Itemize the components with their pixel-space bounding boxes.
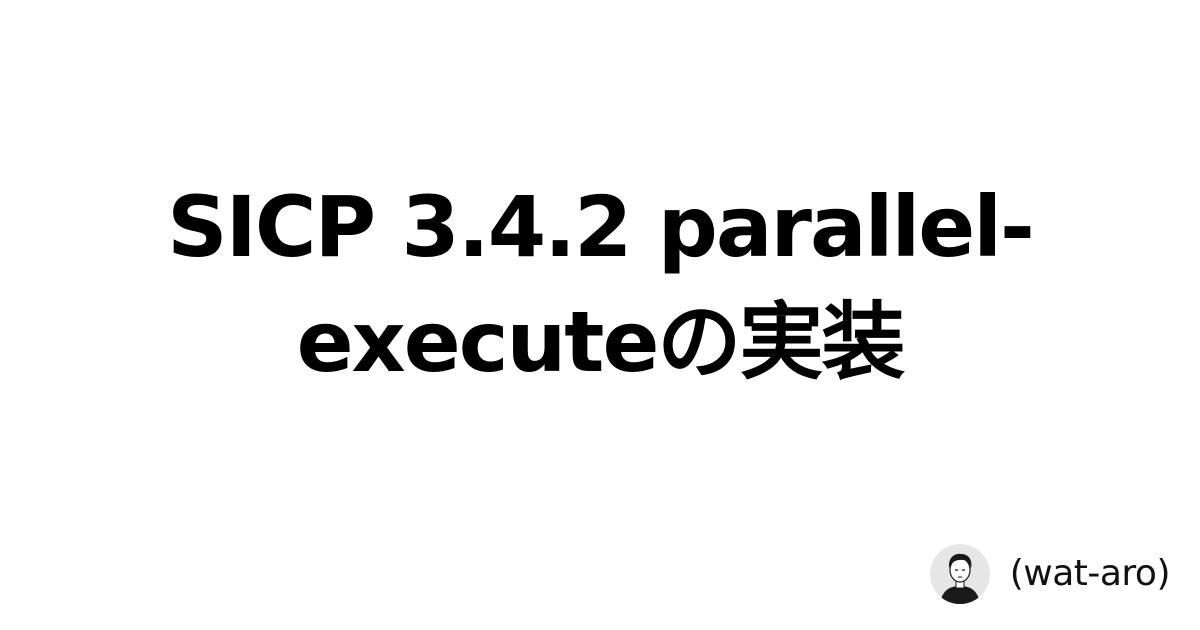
og-image-card: SICP 3.4.2 parallel-executeの実装 (wat-aro)	[0, 0, 1200, 630]
user-avatar-icon	[929, 544, 990, 604]
author-block: (wat-aro)	[929, 542, 1171, 606]
title-container: SICP 3.4.2 parallel-executeの実装	[60, 150, 1140, 420]
author-name: (wat-aro)	[1009, 553, 1171, 594]
article-title: SICP 3.4.2 parallel-executeの実装	[167, 178, 1035, 391]
